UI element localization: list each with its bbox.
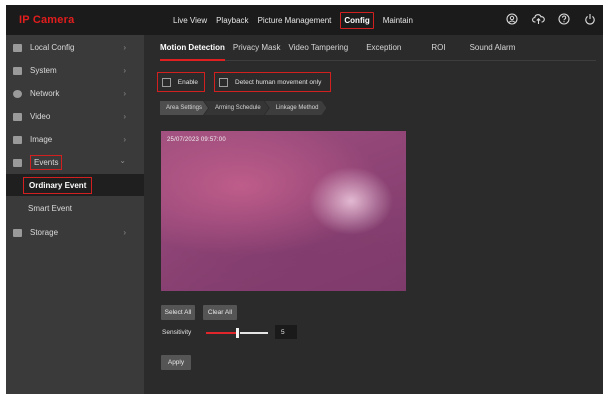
slider-handle[interactable] [236, 328, 239, 338]
sidebar-item-label: Image [30, 135, 53, 144]
nav-config[interactable]: Config [340, 11, 374, 29]
storage-icon [13, 228, 22, 237]
enable-label: Enable [177, 78, 198, 86]
nav-picture-management[interactable]: Picture Management [258, 16, 332, 25]
clear-all-button[interactable]: Clear All [203, 305, 237, 320]
step-arming-schedule[interactable]: Arming Schedule [204, 101, 269, 115]
sidebar-item-image[interactable]: Image › [6, 128, 144, 151]
chevron-right-icon: › [123, 66, 126, 75]
human-detection-label: Detect human movement only [235, 78, 322, 86]
chevron-right-icon: › [123, 89, 126, 98]
power-icon[interactable] [583, 12, 597, 26]
chevron-right-icon: › [123, 135, 126, 144]
top-bar: IP Camera Live View Playback Picture Man… [6, 5, 603, 35]
app-window: IP Camera Live View Playback Picture Man… [6, 5, 603, 394]
human-detection-checkbox-box[interactable] [219, 77, 228, 87]
chevron-right-icon: › [123, 43, 126, 52]
image-icon [13, 135, 22, 144]
enable-checkbox-box[interactable] [162, 77, 171, 87]
sidebar-item-local-config[interactable]: Local Config › [6, 36, 144, 59]
slider-fill [206, 332, 237, 334]
sidebar-item-label: Storage [30, 228, 59, 237]
tab-privacy-mask[interactable]: Privacy Mask [233, 43, 281, 52]
chevron-down-icon: ⌄ [119, 156, 126, 165]
sidebar-item-events[interactable]: Events ⌄ [6, 151, 144, 174]
tab-exception[interactable]: Exception [366, 43, 401, 52]
sidebar-item-label: Network [30, 89, 60, 98]
chevron-right-icon: › [123, 228, 126, 237]
chevron-right-icon: › [123, 112, 126, 121]
sensitivity-value[interactable]: 5 [275, 325, 297, 339]
sidebar-item-video[interactable]: Video › [6, 105, 144, 128]
user-icon[interactable] [505, 12, 519, 26]
top-icon-group [493, 12, 597, 26]
apply-button[interactable]: Apply [161, 355, 191, 370]
network-icon [13, 89, 22, 98]
slider-track [240, 332, 268, 334]
app-logo: IP Camera [19, 14, 75, 26]
settings-icon [13, 66, 22, 75]
human-detection-checkbox[interactable]: Detect human movement only [214, 72, 331, 92]
monitor-icon [13, 43, 22, 52]
main-nav: Live View Playback Picture Management Co… [173, 5, 422, 35]
tab-motion-detection[interactable]: Motion Detection [160, 43, 225, 52]
sidebar-item-label: Events [30, 155, 63, 170]
nav-maintain[interactable]: Maintain [383, 16, 413, 25]
sidebar-item-label: Local Config [30, 43, 75, 52]
cloud-upload-icon[interactable] [531, 12, 545, 26]
tab-video-tampering[interactable]: Video Tampering [288, 43, 348, 52]
help-icon[interactable] [557, 12, 571, 26]
select-all-button[interactable]: Select All [161, 305, 195, 320]
calendar-icon [13, 158, 22, 167]
sidebar-subitem-smart-event[interactable]: Smart Event [6, 196, 144, 221]
sidebar-item-network[interactable]: Network › [6, 82, 144, 105]
step-navigation: Area Settings Arming Schedule Linkage Me… [160, 101, 326, 115]
sensitivity-slider[interactable] [206, 328, 268, 338]
video-timestamp: 25/07/2023 09:57:00 [167, 137, 226, 143]
sidebar-item-storage[interactable]: Storage › [6, 221, 144, 244]
sidebar-subitem-ordinary-event[interactable]: Ordinary Event [6, 174, 144, 196]
main-panel: Motion Detection Privacy Mask Video Tamp… [144, 35, 603, 394]
sidebar-item-label: System [30, 66, 57, 75]
step-area-settings[interactable]: Area Settings [160, 101, 208, 115]
sidebar-subitem-label: Ordinary Event [23, 176, 93, 194]
sidebar-subitem-label: Smart Event [28, 204, 73, 213]
event-tabs: Motion Detection Privacy Mask Video Tamp… [160, 35, 596, 61]
sidebar: Local Config › System › Network › Video … [6, 35, 144, 394]
video-icon [13, 112, 22, 121]
tab-roi[interactable]: ROI [431, 43, 445, 52]
active-tab-indicator [160, 59, 225, 61]
enable-checkbox[interactable]: Enable [157, 72, 205, 92]
sensitivity-label: Sensitivity [162, 329, 192, 336]
sidebar-item-label: Video [30, 112, 51, 121]
video-preview[interactable]: 25/07/2023 09:57:00 [161, 131, 406, 291]
nav-live-view[interactable]: Live View [173, 16, 207, 25]
tab-sound-alarm[interactable]: Sound Alarm [470, 43, 516, 52]
sidebar-item-system[interactable]: System › [6, 59, 144, 82]
nav-playback[interactable]: Playback [216, 16, 248, 25]
step-linkage-method[interactable]: Linkage Method [265, 101, 327, 115]
